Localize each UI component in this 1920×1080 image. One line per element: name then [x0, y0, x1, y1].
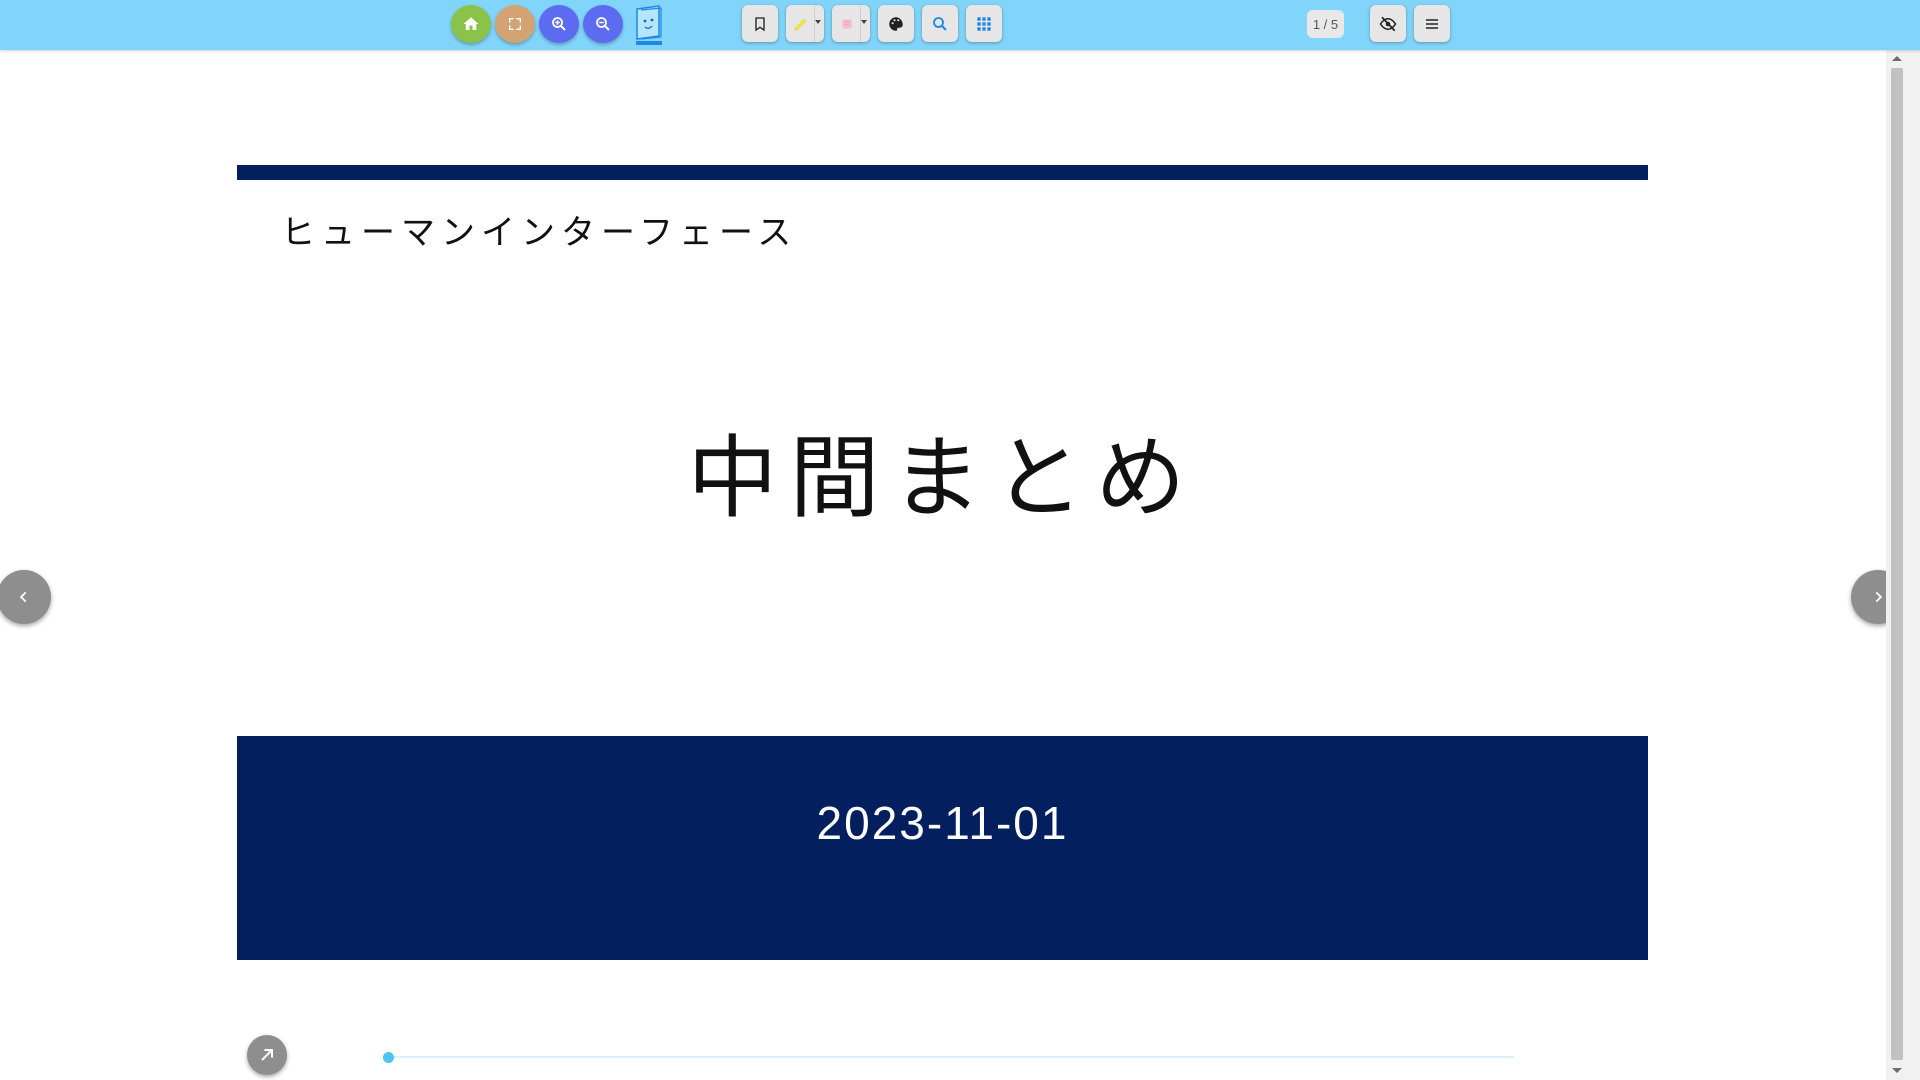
- palette-button[interactable]: [878, 5, 914, 42]
- page-progress-handle[interactable]: [382, 1052, 394, 1063]
- eye-off-icon: [1379, 16, 1397, 31]
- fullscreen-icon: [509, 18, 521, 30]
- palette-icon: [889, 16, 903, 31]
- scroll-down-arrow[interactable]: [1892, 1068, 1902, 1073]
- scrollbar-thumb[interactable]: [1891, 68, 1903, 1060]
- home-icon: [463, 17, 479, 30]
- highlighter-button[interactable]: [786, 5, 824, 42]
- eraser-icon: [842, 18, 852, 29]
- page-indicator: 1 / 5: [1307, 10, 1344, 38]
- scroll-up-arrow[interactable]: [1892, 56, 1902, 61]
- chevron-left-icon: [19, 591, 27, 603]
- toolbar: 1 / 5: [0, 0, 1920, 50]
- slide-page: ヒューマンインターフェース 中間まとめ 2023-11-01: [237, 165, 1648, 960]
- zoom-in-icon: [552, 17, 566, 31]
- grid-button[interactable]: [966, 5, 1002, 42]
- app-logo[interactable]: [630, 3, 668, 47]
- menu-icon: [1426, 18, 1438, 29]
- page-progress-track[interactable]: [388, 1056, 1514, 1058]
- logo-icon: [636, 5, 662, 45]
- eraser-button[interactable]: [832, 5, 870, 42]
- zoom-in-button[interactable]: [539, 5, 579, 43]
- arrow-up-right-icon: [261, 1049, 273, 1061]
- home-button[interactable]: [451, 5, 491, 43]
- chevron-down-icon[interactable]: [815, 20, 821, 24]
- zoom-out-icon: [596, 17, 610, 31]
- slide-date: 2023-11-01: [816, 797, 1069, 849]
- chevron-right-icon: [1875, 591, 1883, 603]
- highlighter-icon: [794, 18, 807, 31]
- header-rule: [237, 165, 1648, 180]
- bookmark-button[interactable]: [742, 5, 778, 42]
- search-icon: [933, 16, 947, 31]
- share-button[interactable]: [247, 1035, 287, 1075]
- slide-title: 中間まとめ: [687, 426, 1198, 531]
- chevron-down-icon[interactable]: [861, 20, 867, 24]
- grid-icon: [977, 16, 991, 31]
- date-band: 2023-11-01: [237, 736, 1648, 960]
- fullscreen-button[interactable]: [495, 5, 535, 43]
- menu-button[interactable]: [1414, 5, 1450, 42]
- bookmark-icon: [755, 16, 765, 31]
- search-button[interactable]: [922, 5, 958, 42]
- hide-button[interactable]: [1370, 5, 1406, 42]
- zoom-out-button[interactable]: [583, 5, 623, 43]
- course-name: ヒューマンインターフェース: [281, 213, 798, 253]
